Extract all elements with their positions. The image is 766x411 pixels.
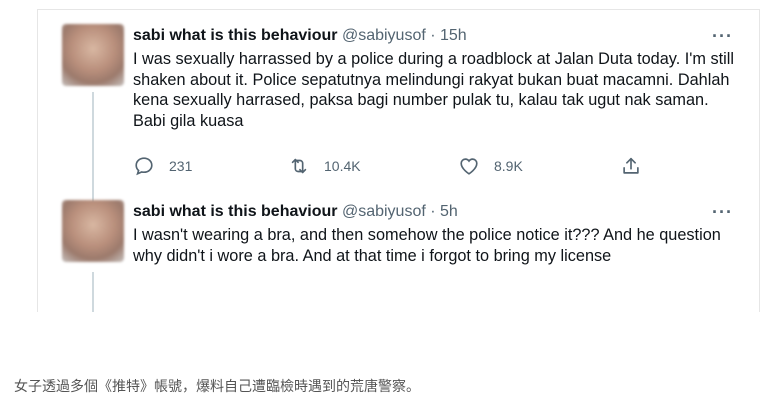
tweet-actions: 231 10.4K 8.9K xyxy=(133,155,653,181)
retweet-button[interactable]: 10.4K xyxy=(288,155,361,177)
display-name[interactable]: sabi what is this behaviour xyxy=(133,203,338,220)
thread-connector-line xyxy=(92,92,94,204)
like-icon xyxy=(460,158,478,175)
tweet-text: I wasn't wearing a bra, and then somehow… xyxy=(133,226,721,265)
tweet[interactable]: sabi what is this behaviour @sabiyusof ·… xyxy=(133,26,743,131)
more-icon[interactable]: ··· xyxy=(712,202,733,223)
avatar[interactable] xyxy=(62,24,124,86)
display-name[interactable]: sabi what is this behaviour xyxy=(133,27,338,44)
retweet-count: 10.4K xyxy=(324,158,361,174)
tweet[interactable]: sabi what is this behaviour @sabiyusof ·… xyxy=(133,202,743,266)
like-button[interactable]: 8.9K xyxy=(458,155,523,177)
reply-icon xyxy=(135,157,153,176)
reply-button[interactable]: 231 xyxy=(133,155,192,177)
tweet-text: I was sexually harrassed by a police dur… xyxy=(133,50,734,130)
tweet-header: sabi what is this behaviour @sabiyusof ·… xyxy=(133,26,743,46)
handle-and-time[interactable]: @sabiyusof · 15h xyxy=(342,27,467,44)
share-icon xyxy=(623,157,639,174)
handle-and-time[interactable]: @sabiyusof · 5h xyxy=(342,203,458,220)
reply-count: 231 xyxy=(169,158,193,174)
thread-connector-line xyxy=(92,272,94,312)
retweet-icon xyxy=(291,158,307,174)
image-caption: 女子透過多個《推特》帳號，爆料自己遭臨檢時遇到的荒唐警察。 xyxy=(14,379,420,395)
tweet-header: sabi what is this behaviour @sabiyusof ·… xyxy=(133,202,743,222)
avatar[interactable] xyxy=(62,200,124,262)
tweet-thread-card: sabi what is this behaviour @sabiyusof ·… xyxy=(37,9,760,312)
like-count: 8.9K xyxy=(494,158,523,174)
share-button[interactable] xyxy=(620,155,656,177)
more-icon[interactable]: ··· xyxy=(712,26,733,47)
